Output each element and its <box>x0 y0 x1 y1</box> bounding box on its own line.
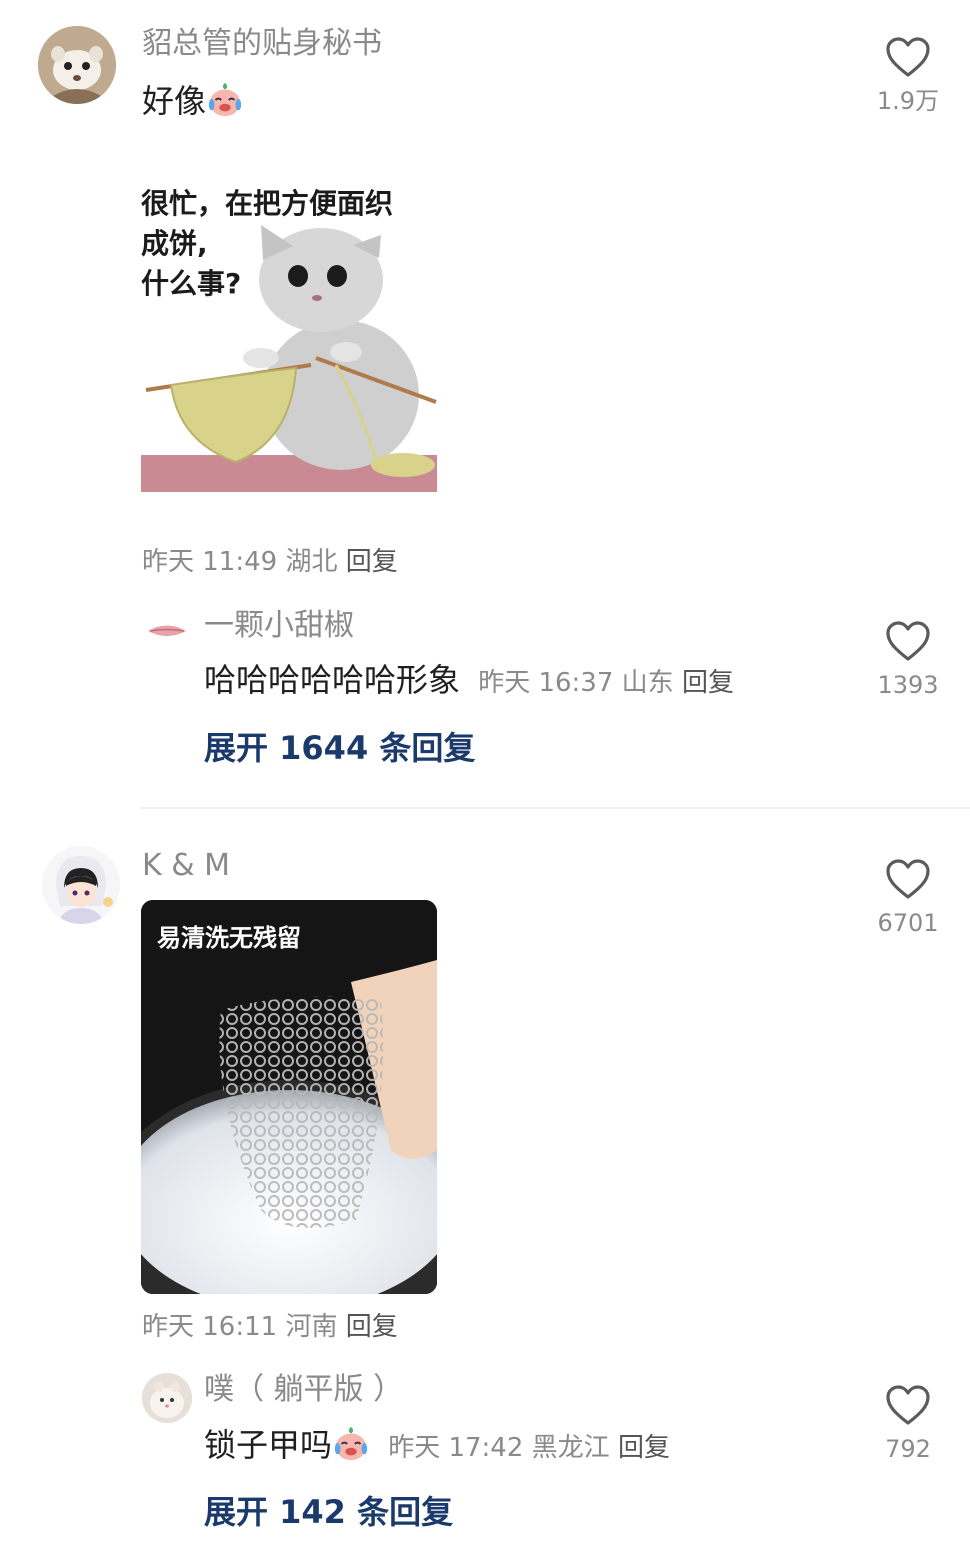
reply-location: 黑龙江 <box>531 1433 610 1463</box>
like-button[interactable]: 792 <box>858 1384 958 1464</box>
reply-button[interactable]: 回复 <box>682 668 734 698</box>
comment-meta: 昨天 11:49 湖北 回复 <box>142 546 398 578</box>
heart-icon <box>886 621 930 661</box>
comment-time: 昨天 11:49 <box>142 547 278 577</box>
comment-meta: 昨天 16:11 河南 回复 <box>142 1311 398 1343</box>
comment-location: 湖北 <box>285 547 338 577</box>
reply-button[interactable]: 回复 <box>618 1433 670 1463</box>
expand-replies-button[interactable]: 展开 1644 条回复 <box>204 728 475 768</box>
avatar[interactable] <box>142 614 192 648</box>
comment-text: 好像 <box>142 80 244 121</box>
like-button[interactable]: 1393 <box>858 620 958 700</box>
reply-text-content: 哈哈哈哈哈哈形象 <box>204 661 461 699</box>
heart-icon <box>886 859 930 899</box>
comment-time: 昨天 16:11 <box>142 1312 278 1342</box>
image-caption: 易清洗无残留 <box>157 924 301 952</box>
divider <box>140 807 970 809</box>
chainmail-scrubber-photo <box>141 900 437 1294</box>
reply-text: 哈哈哈哈哈哈形象 昨天 16:37 山东 回复 <box>204 660 734 700</box>
username[interactable]: 貂总管的贴身秘书 <box>142 26 382 62</box>
comment-image[interactable]: 易清洗无残留 <box>141 900 437 1294</box>
avatar[interactable] <box>38 26 116 104</box>
reply-text-content: 锁子甲吗 <box>204 1426 333 1464</box>
like-count: 1393 <box>877 671 939 699</box>
reply-location: 山东 <box>621 668 674 698</box>
reply-meta: 昨天 17:42 黑龙江 回复 <box>388 1433 670 1463</box>
like-button[interactable]: 6701 <box>858 858 958 938</box>
lips-avatar-icon <box>142 614 192 648</box>
comment-image[interactable]: 很忙，在把方便面织 成饼, 什么事? <box>141 180 437 492</box>
reply-button[interactable]: 回复 <box>346 1312 398 1342</box>
username[interactable]: K & M <box>142 848 230 884</box>
comment-location: 河南 <box>285 1312 338 1342</box>
reply-meta: 昨天 16:37 山东 回复 <box>478 668 734 698</box>
cat-knitting-illustration <box>141 225 437 492</box>
avatar[interactable] <box>42 846 120 924</box>
reply-button[interactable]: 回复 <box>346 547 398 577</box>
like-count: 6701 <box>877 909 939 937</box>
comment-text-content: 好像 <box>142 82 207 120</box>
like-count: 792 <box>885 1435 931 1463</box>
hamster-avatar-icon <box>142 1373 192 1423</box>
crying-laughing-face-icon <box>208 82 242 117</box>
reply-time: 昨天 16:37 <box>478 668 614 698</box>
ferret-avatar-icon <box>38 26 116 104</box>
reply-time: 昨天 17:42 <box>388 1433 524 1463</box>
username[interactable]: 一颗小甜椒 <box>204 608 354 644</box>
avatar[interactable] <box>142 1373 192 1423</box>
anime-avatar-icon <box>42 846 120 924</box>
like-count: 1.9万 <box>876 87 940 115</box>
reply-text: 锁子甲吗 昨天 17:42 黑龙江 回复 <box>204 1424 670 1465</box>
heart-icon <box>886 37 930 77</box>
heart-icon <box>886 1385 930 1425</box>
crying-laughing-face-icon <box>334 1426 368 1461</box>
expand-replies-button[interactable]: 展开 142 条回复 <box>204 1492 453 1532</box>
username[interactable]: 噗（ 躺平版 ） <box>204 1372 403 1408</box>
like-button[interactable]: 1.9万 <box>858 36 958 116</box>
